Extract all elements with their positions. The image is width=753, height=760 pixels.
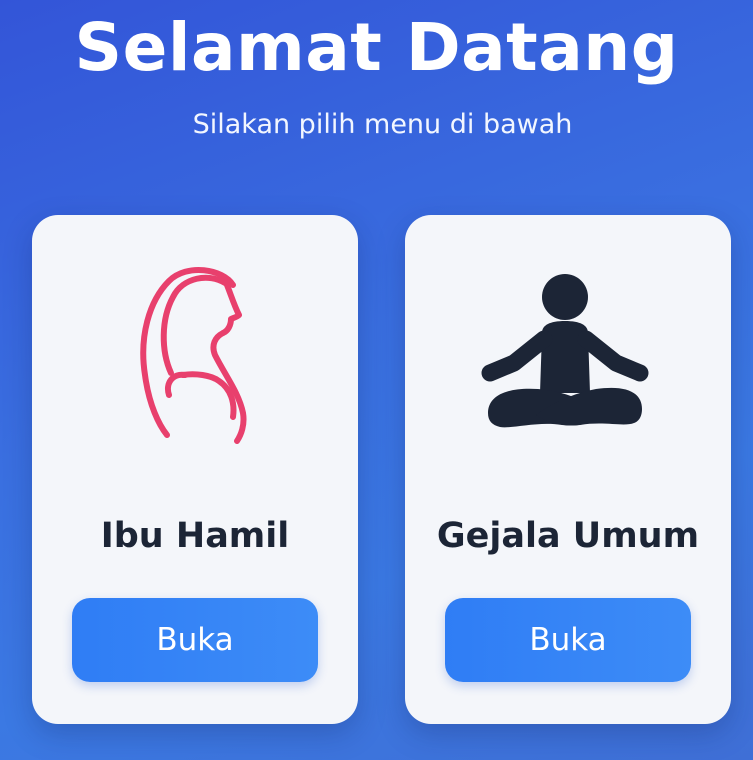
menu-card-gejala-umum[interactable]: Gejala Umum Buka bbox=[405, 215, 731, 724]
page-subtitle: Silakan pilih menu di bawah bbox=[192, 109, 573, 140]
page-title: Selamat Datang bbox=[74, 9, 679, 86]
open-ibu-hamil-button[interactable]: Buka bbox=[72, 598, 318, 682]
meditating-person-icon bbox=[405, 255, 731, 505]
open-gejala-umum-button[interactable]: Buka bbox=[445, 598, 691, 682]
card-title: Ibu Hamil bbox=[100, 516, 290, 556]
menu-card-ibu-hamil[interactable]: Ibu Hamil Buka bbox=[32, 215, 358, 724]
card-title: Gejala Umum bbox=[436, 516, 700, 556]
pregnant-woman-icon bbox=[32, 255, 358, 505]
